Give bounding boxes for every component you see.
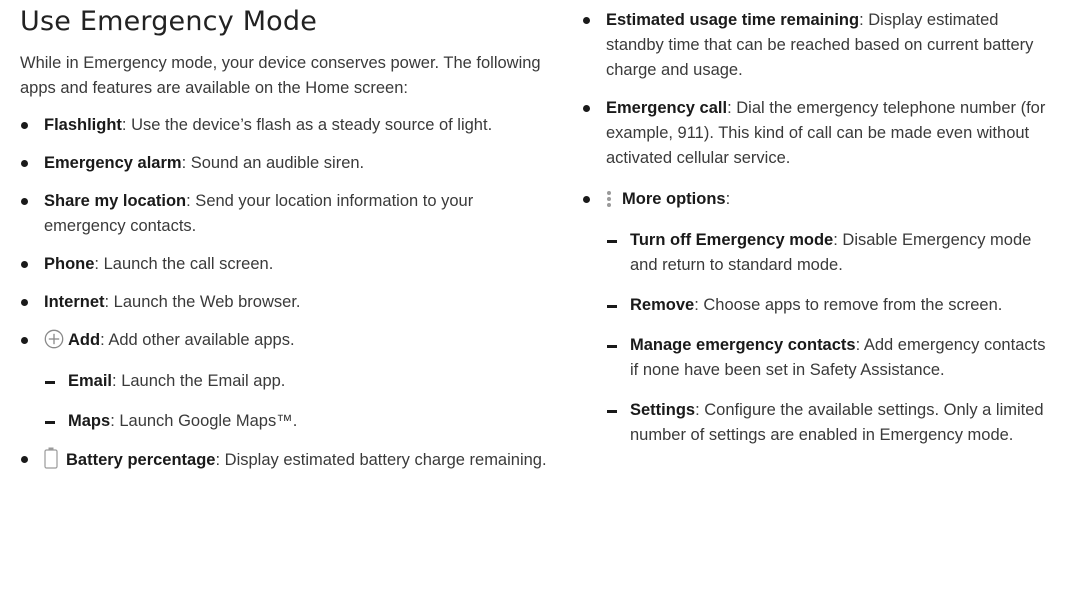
right-column: Estimated usage time remaining: Display …: [582, 8, 1052, 463]
item-term: Flashlight: [44, 116, 122, 134]
item-desc: : Launch the Web browser.: [104, 293, 301, 311]
list-item-internet: Internet: Launch the Web browser.: [20, 290, 550, 315]
document-page: Use Emergency Mode While in Emergency mo…: [0, 0, 1070, 616]
intro-paragraph: While in Emergency mode, your device con…: [20, 54, 541, 97]
left-column: Use Emergency Mode While in Emergency mo…: [20, 0, 550, 490]
item-term: Battery percentage: [66, 451, 216, 469]
subitem-manage-contacts: Manage emergency contacts: Add emergency…: [606, 333, 1052, 383]
list-item-add: Add: Add other available apps. Email: La…: [20, 328, 550, 434]
more-options-icon: [606, 190, 618, 216]
list-item-phone: Phone: Launch the call screen.: [20, 252, 550, 277]
item-term: Emergency alarm: [44, 154, 182, 172]
subitem-maps: Maps: Launch Google Maps™.: [44, 409, 550, 434]
page-title: Use Emergency Mode: [20, 6, 318, 37]
item-desc: : Add other available apps.: [100, 331, 295, 349]
item-desc: : Display estimated battery charge remai…: [215, 451, 547, 469]
plus-circle-icon: [44, 329, 64, 357]
more-options-sublist: Turn off Emergency mode: Disable Emergen…: [606, 228, 1052, 448]
item-term: Email: [68, 372, 113, 390]
item-desc: : Launch Google Maps™.: [110, 412, 298, 430]
feature-list-right: Estimated usage time remaining: Display …: [582, 8, 1052, 448]
list-item-battery-percentage: Battery percentage: Display estimated ba…: [20, 447, 550, 477]
item-desc: : Launch the Email app.: [112, 372, 286, 390]
list-item-estimated-usage: Estimated usage time remaining: Display …: [582, 8, 1052, 83]
item-desc: : Use the device’s flash as a steady sou…: [121, 116, 493, 134]
item-desc: : Sound an audible siren.: [181, 154, 365, 172]
subitem-settings: Settings: Configure the available settin…: [606, 398, 1052, 448]
item-term: Add: [68, 331, 101, 349]
item-desc: : Choose apps to remove from the screen.: [694, 296, 1003, 314]
subitem-turn-off-emergency: Turn off Emergency mode: Disable Emergen…: [606, 228, 1052, 278]
item-term: Maps: [68, 412, 111, 430]
list-item-share-location: Share my location: Send your location in…: [20, 189, 550, 239]
item-term: Settings: [630, 401, 696, 419]
item-term: Remove: [630, 296, 695, 314]
list-item-emergency-alarm: Emergency alarm: Sound an audible siren.: [20, 151, 550, 176]
item-desc: : Launch the call screen.: [94, 255, 274, 273]
list-item-flashlight: Flashlight: Use the device’s flash as a …: [20, 113, 550, 138]
item-term: Phone: [44, 255, 95, 273]
item-term: Emergency call: [606, 99, 728, 117]
battery-icon: [44, 447, 62, 477]
item-term: Turn off Emergency mode: [630, 231, 834, 249]
feature-list-left: Flashlight: Use the device’s flash as a …: [20, 113, 550, 477]
subitem-remove: Remove: Choose apps to remove from the s…: [606, 293, 1052, 318]
item-term: Manage emergency contacts: [630, 336, 856, 354]
add-sublist: Email: Launch the Email app. Maps: Launc…: [44, 369, 550, 434]
item-term: Estimated usage time remaining: [606, 11, 860, 29]
item-term: Internet: [44, 293, 105, 311]
item-term: Share my location: [44, 192, 187, 210]
list-item-emergency-call: Emergency call: Dial the emergency telep…: [582, 96, 1052, 171]
item-desc: :: [725, 190, 731, 208]
subitem-email: Email: Launch the Email app.: [44, 369, 550, 394]
item-term: More options: [622, 190, 726, 208]
list-item-more-options: More options: Turn off Emergency mode: D…: [582, 187, 1052, 448]
